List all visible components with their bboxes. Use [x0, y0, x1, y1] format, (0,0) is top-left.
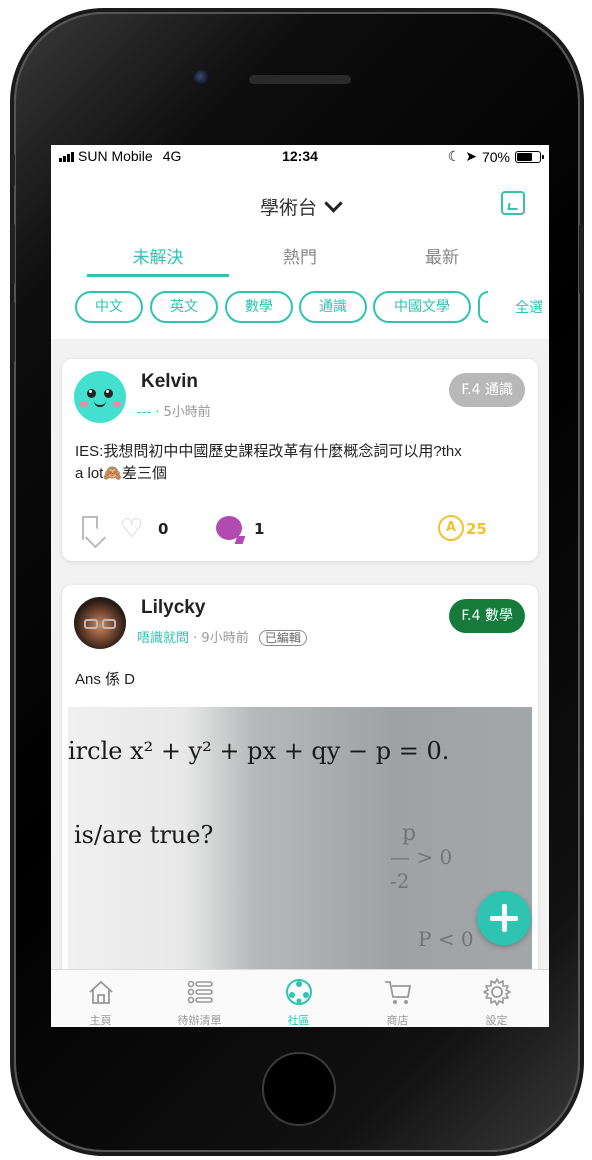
post-image[interactable]: ircle x² + y² + px + qy − p = 0. is/are …	[68, 707, 532, 969]
comment-count: 1	[254, 520, 265, 538]
chip-chinese-literature[interactable]: 中國文學	[373, 291, 471, 323]
nav-home[interactable]: 主頁	[51, 970, 150, 1027]
coin-count: 25	[466, 520, 487, 538]
chip-math[interactable]: 數學	[225, 291, 293, 323]
chip-chinese[interactable]: 中文	[75, 291, 143, 323]
comment-icon[interactable]	[216, 516, 242, 540]
nav-label: 商店	[386, 1014, 409, 1027]
select-all-link[interactable]: 全選	[515, 297, 543, 317]
chip-english[interactable]: 英文	[150, 291, 218, 323]
nav-label: 待辦清單	[177, 1014, 222, 1027]
chip-partial[interactable]	[478, 291, 488, 323]
board-selector[interactable]: 學術台	[51, 193, 549, 220]
post-meta: --- · 5小時前	[137, 405, 211, 420]
post-body-line: IES:我想問初中中國歷史課程改革有什麼概念詞可以用?thx	[75, 443, 462, 460]
power-button	[579, 224, 583, 294]
home-button[interactable]	[262, 1052, 336, 1126]
post-body: Ans 係 D	[75, 671, 136, 688]
battery-icon	[515, 150, 544, 163]
bottom-nav: 主頁 待辦清單 社區 商店 設定	[51, 969, 549, 1027]
nav-label: 設定	[485, 1014, 508, 1027]
like-count: 0	[158, 520, 169, 538]
handwriting-mark: p	[402, 821, 417, 846]
gear-icon	[483, 978, 511, 1006]
edited-badge: 已編輯	[258, 630, 307, 646]
post-meta: 唔識就問 · 9小時前 已編輯	[137, 627, 307, 646]
handwriting-mark: P < 0	[418, 927, 474, 951]
post-actions: ♡ 0 1 A 25	[62, 514, 538, 544]
battery-percent: 70%	[481, 148, 510, 165]
mute-switch	[11, 154, 15, 186]
username[interactable]: Lilycky	[141, 597, 205, 619]
nav-community[interactable]: 社區	[249, 970, 348, 1027]
volume-down-button	[11, 302, 15, 362]
page-title: 學術台	[259, 197, 317, 219]
nav-settings[interactable]: 設定	[447, 970, 546, 1027]
status-right: ☾ ➤ 70%	[447, 148, 544, 165]
app-header: 學術台	[51, 185, 549, 225]
image-text-line: is/are true?	[74, 821, 214, 849]
chevron-down-icon	[324, 194, 343, 213]
community-icon	[286, 979, 312, 1005]
post-body: IES:我想問初中中國歷史課程改革有什麼概念詞可以用?thx a lot🙈差三個	[75, 441, 462, 485]
earpiece-speaker	[249, 75, 351, 84]
front-camera	[194, 70, 210, 86]
image-text-line: ircle x² + y² + px + qy − p = 0.	[68, 737, 450, 765]
status-bar: SUN Mobile 4G 12:34 ☾ ➤ 70%	[51, 145, 549, 167]
handwriting-mark: -2	[390, 869, 410, 893]
post-feed: Kelvin --- · 5小時前 F.4 通識 IES:我想問初中中國歷史課程…	[51, 339, 549, 969]
nav-todo[interactable]: 待辦清單	[150, 970, 249, 1027]
tab-latest[interactable]: 最新	[371, 237, 513, 277]
compose-icon[interactable]	[501, 191, 525, 215]
tab-unsolved[interactable]: 未解決	[87, 237, 229, 277]
nav-label: 社區	[287, 1014, 310, 1027]
subject-badge: F.4 數學	[449, 599, 525, 633]
tab-popular[interactable]: 熱門	[229, 237, 371, 277]
subject-badge: F.4 通識	[449, 373, 525, 407]
home-icon	[89, 980, 113, 1004]
todo-list-icon	[187, 980, 213, 1004]
app-screen: SUN Mobile 4G 12:34 ☾ ➤ 70% 學術台 未解決 熱門 最…	[51, 145, 549, 1027]
user-handle: 唔識就問	[137, 631, 190, 646]
heart-icon[interactable]: ♡	[120, 516, 143, 542]
post-card[interactable]: Kelvin --- · 5小時前 F.4 通識 IES:我想問初中中國歷史課程…	[62, 359, 538, 561]
coin-icon: A	[438, 515, 464, 541]
user-handle: ---	[137, 405, 152, 420]
moon-icon: ☾	[447, 148, 461, 164]
subject-filter: 中文 英文 數學 通識 中國文學 全選	[51, 291, 549, 325]
post-time: 9小時前	[201, 631, 249, 646]
tab-bar: 未解決 熱門 最新	[51, 237, 549, 277]
chip-liberal-studies[interactable]: 通識	[299, 291, 367, 323]
username[interactable]: Kelvin	[141, 371, 198, 393]
cart-icon	[385, 981, 412, 1004]
post-card[interactable]: Lilycky 唔識就問 · 9小時前 已編輯 F.4 數學 Ans 係 D i…	[62, 585, 538, 969]
avatar[interactable]	[74, 597, 126, 649]
add-post-button[interactable]	[477, 891, 531, 945]
avatar[interactable]	[74, 371, 126, 423]
volume-up-button	[11, 224, 15, 284]
nav-shop[interactable]: 商店	[348, 970, 447, 1027]
post-time: 5小時前	[163, 405, 211, 420]
handwriting-mark: — > 0	[390, 845, 453, 869]
location-icon: ➤	[465, 148, 477, 164]
nav-label: 主頁	[89, 1014, 112, 1027]
post-body-line: a lot🙈差三個	[75, 465, 168, 482]
bookmark-icon[interactable]	[82, 516, 98, 540]
